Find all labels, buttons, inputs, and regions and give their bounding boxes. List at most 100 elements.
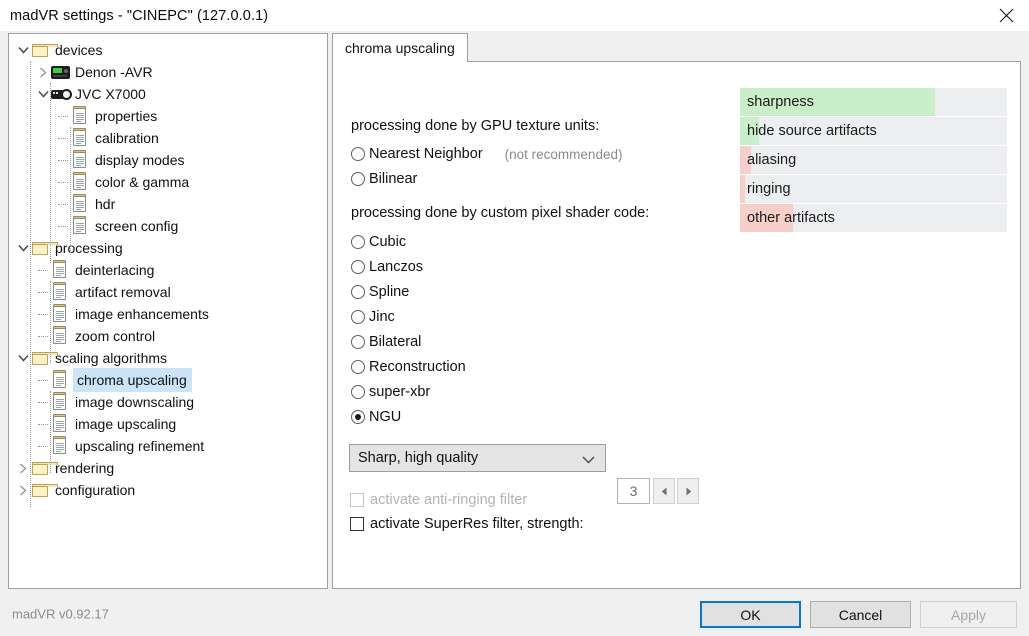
madvr-settings-window: madVR settings - "CINEPC" (127.0.0.1) de… bbox=[0, 0, 1029, 636]
page-icon bbox=[51, 391, 71, 413]
tree-item-image-enhancements[interactable]: image enhancements bbox=[9, 303, 327, 325]
radio-ngu[interactable]: NGU bbox=[351, 407, 401, 427]
tree-item-scaling-algorithms[interactable]: scaling algorithms bbox=[9, 347, 327, 369]
tree-item-label: configuration bbox=[55, 482, 136, 498]
radio-indicator[interactable] bbox=[351, 335, 365, 349]
settings-tree-panel[interactable]: devices Denon -AVR JVC X7000 properties cali… bbox=[8, 33, 328, 589]
superres-checkbox[interactable] bbox=[350, 517, 364, 531]
tree-item-label: zoom control bbox=[75, 328, 156, 344]
tree-item-image-downscaling[interactable]: image downscaling bbox=[9, 391, 327, 413]
gpu-group-label: processing done by GPU texture units: bbox=[351, 118, 600, 134]
tree-item-label: scaling algorithms bbox=[55, 350, 168, 366]
tree-item-image-upscaling[interactable]: image upscaling bbox=[9, 413, 327, 435]
superres-row[interactable]: activate SuperRes filter, strength: bbox=[350, 514, 584, 534]
tree-item-properties[interactable]: properties bbox=[9, 105, 327, 127]
chevron-down-icon[interactable] bbox=[15, 237, 31, 259]
tree-guide bbox=[35, 369, 51, 391]
radio-indicator[interactable] bbox=[351, 410, 365, 424]
superres-strength-value[interactable]: 3 bbox=[617, 478, 650, 504]
arrow-left-icon[interactable] bbox=[653, 478, 675, 504]
quality-meter-label: other artifacts bbox=[747, 210, 835, 226]
radio-indicator[interactable] bbox=[351, 385, 365, 399]
radio-reconstruction[interactable]: Reconstruction bbox=[351, 357, 466, 377]
chevron-right-icon[interactable] bbox=[35, 61, 51, 83]
tree-item-hdr[interactable]: hdr bbox=[9, 193, 327, 215]
radio-label: Reconstruction bbox=[369, 359, 466, 375]
tree-guide bbox=[55, 149, 71, 171]
radio-indicator[interactable] bbox=[351, 147, 365, 161]
tree-item-jvc-x7000[interactable]: JVC X7000 bbox=[9, 83, 327, 105]
tree-item-deinterlacing[interactable]: deinterlacing bbox=[9, 259, 327, 281]
radio-indicator[interactable] bbox=[351, 260, 365, 274]
anti-ringing-row[interactable]: activate anti-ringing filter bbox=[350, 490, 527, 510]
radio-bilateral[interactable]: Bilateral bbox=[351, 332, 421, 352]
tree-item-color-gamma[interactable]: color & gamma bbox=[9, 171, 327, 193]
radio-indicator[interactable] bbox=[351, 310, 365, 324]
folder-icon bbox=[31, 347, 58, 369]
quality-meter-fill bbox=[740, 175, 746, 203]
tree-item-artifact-removal[interactable]: artifact removal bbox=[9, 281, 327, 303]
folder-icon bbox=[31, 39, 58, 61]
tree-item-configuration[interactable]: configuration bbox=[9, 479, 327, 501]
radio-label: Bilateral bbox=[369, 334, 422, 350]
radio-spline[interactable]: Spline bbox=[351, 282, 409, 302]
radio-lanczos[interactable]: Lanczos bbox=[351, 257, 423, 277]
page-icon bbox=[71, 193, 91, 215]
radio-bilinear[interactable]: Bilinear bbox=[351, 169, 417, 189]
tree-guide-line bbox=[30, 61, 31, 507]
projector-icon bbox=[51, 83, 72, 105]
title-bar: madVR settings - "CINEPC" (127.0.0.1) bbox=[0, 0, 1029, 31]
tree-guide bbox=[35, 435, 51, 457]
version-label: madVR v0.92.17 bbox=[12, 606, 109, 622]
quality-preset-value: Sharp, high quality bbox=[358, 450, 479, 466]
anti-ringing-checkbox[interactable] bbox=[350, 493, 364, 507]
tree-guide bbox=[55, 127, 71, 149]
tree-item-label: image enhancements bbox=[75, 306, 209, 322]
chevron-down-icon[interactable] bbox=[15, 347, 31, 369]
tree-item-display-modes[interactable]: display modes bbox=[9, 149, 327, 171]
tree-item-chroma-upscaling[interactable]: chroma upscaling bbox=[9, 368, 327, 392]
tree-guide bbox=[35, 325, 51, 347]
quality-meter-list: sharpness hide source artifacts aliasing ri… bbox=[740, 88, 1007, 233]
radio-indicator[interactable] bbox=[351, 285, 365, 299]
radio-nearest-neighbor[interactable]: Nearest Neighbor (not recommended) bbox=[351, 144, 622, 164]
apply-button[interactable]: Apply bbox=[920, 601, 1017, 628]
tab-chroma-upscaling[interactable]: chroma upscaling bbox=[332, 33, 468, 63]
tree-item-processing[interactable]: processing bbox=[9, 237, 327, 259]
radio-cubic[interactable]: Cubic bbox=[351, 232, 406, 252]
tree-item-screen-config[interactable]: screen config bbox=[9, 215, 327, 237]
radio-indicator[interactable] bbox=[351, 235, 365, 249]
radio-label: Spline bbox=[369, 284, 410, 300]
cancel-button[interactable]: Cancel bbox=[810, 601, 911, 628]
tree-item-label: color & gamma bbox=[95, 174, 190, 190]
tree-item-rendering[interactable]: rendering bbox=[9, 457, 327, 479]
close-icon[interactable] bbox=[983, 0, 1029, 31]
page-icon bbox=[71, 105, 91, 127]
tree-item-zoom-control[interactable]: zoom control bbox=[9, 325, 327, 347]
chevron-right-icon[interactable] bbox=[15, 479, 31, 501]
superres-label: activate SuperRes filter, strength: bbox=[370, 516, 584, 532]
radio-super-xbr[interactable]: super-xbr bbox=[351, 382, 430, 402]
radio-indicator[interactable] bbox=[351, 360, 365, 374]
tree-item-denon-avr[interactable]: Denon -AVR bbox=[9, 61, 327, 83]
tree-item-label: deinterlacing bbox=[75, 262, 155, 278]
page-icon bbox=[51, 303, 71, 325]
tree-item-upscaling-refinement[interactable]: upscaling refinement bbox=[9, 435, 327, 457]
tree-guide bbox=[35, 259, 51, 281]
tree-guide-line bbox=[50, 391, 51, 473]
radio-indicator[interactable] bbox=[351, 172, 365, 186]
chevron-right-icon[interactable] bbox=[15, 457, 31, 479]
folder-icon bbox=[31, 479, 58, 501]
quality-meter-row: hide source artifacts bbox=[740, 117, 1007, 145]
tree-guide bbox=[55, 215, 71, 237]
chevron-down-icon[interactable] bbox=[15, 39, 31, 61]
chevron-down-icon[interactable] bbox=[35, 83, 51, 105]
radio-jinc[interactable]: Jinc bbox=[351, 307, 395, 327]
settings-tree: devices Denon -AVR JVC X7000 properties cali… bbox=[9, 34, 327, 501]
quality-preset-dropdown[interactable]: Sharp, high quality bbox=[349, 444, 606, 472]
arrow-right-icon[interactable] bbox=[677, 478, 699, 504]
tree-item-devices[interactable]: devices bbox=[9, 39, 327, 61]
ok-button[interactable]: OK bbox=[700, 601, 801, 628]
tree-item-label: processing bbox=[55, 240, 123, 256]
tree-item-calibration[interactable]: calibration bbox=[9, 127, 327, 149]
